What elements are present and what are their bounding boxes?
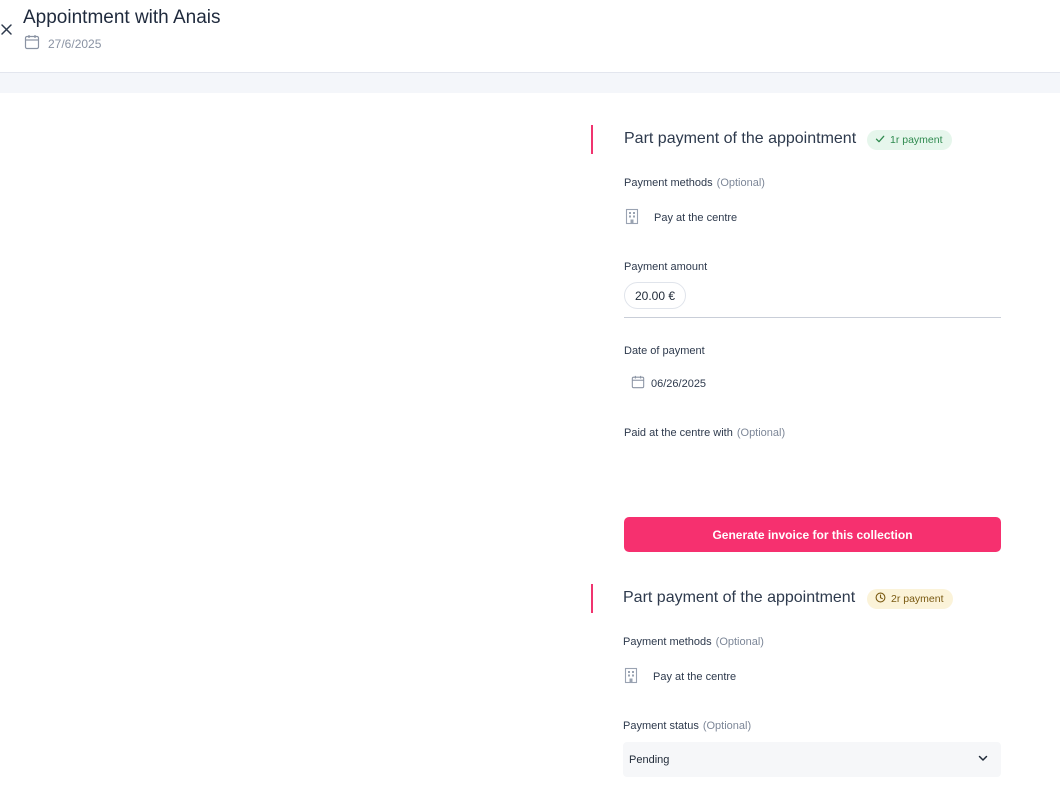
amount-underline <box>624 317 1001 318</box>
status-badge-label: 1r payment <box>890 134 943 146</box>
appointment-date-text: 27/6/2025 <box>48 37 102 51</box>
chevron-down-icon <box>977 752 989 767</box>
paid-with-label-text: Paid at the centre with <box>624 427 733 439</box>
payment-amount-input[interactable]: 20.00 € <box>624 282 687 309</box>
payment-methods-label-text: Payment methods <box>623 636 712 648</box>
optional-hint: (Optional) <box>716 177 765 189</box>
payment-methods-label: Payment methods (Optional) <box>623 636 764 648</box>
payment-methods-label-text: Payment methods <box>624 177 713 189</box>
check-icon <box>875 134 885 147</box>
payment-section-1: Part payment of the appointment 1r payme… <box>591 125 1011 555</box>
payment-method-label: Pay at the centre <box>653 671 737 683</box>
payment-method-option[interactable]: Pay at the centre <box>624 208 737 228</box>
payment-status-label-text: Payment status <box>623 720 699 732</box>
optional-hint: (Optional) <box>715 636 764 648</box>
status-badge: 1r payment <box>867 130 952 150</box>
payment-amount-label: Payment amount <box>624 261 708 273</box>
header-divider-band <box>0 73 1060 93</box>
payment-date-field[interactable]: 06/26/2025 <box>631 375 706 392</box>
payment-status-label: Payment status (Optional) <box>623 720 751 732</box>
clock-icon <box>875 592 886 606</box>
calendar-icon <box>24 34 40 55</box>
date-of-payment-label: Date of payment <box>624 345 705 357</box>
optional-hint: (Optional) <box>736 427 786 439</box>
payment-status-select[interactable]: Pending <box>623 742 1001 777</box>
section-accent-bar <box>591 584 593 613</box>
paid-with-label: Paid at the centre with (Optional) <box>624 427 785 439</box>
payment-methods-label: Payment methods (Optional) <box>624 177 765 189</box>
calendar-icon <box>631 375 645 392</box>
section-title: Part payment of the appointment <box>623 589 856 606</box>
appointment-date: 27/6/2025 <box>24 34 102 55</box>
page-title: Appointment with Anais <box>23 7 221 28</box>
generate-invoice-button[interactable]: Generate invoice for this collection <box>624 517 1001 552</box>
header: Appointment with Anais 27/6/2025 <box>0 0 1060 73</box>
status-badge: 2r payment <box>867 589 953 609</box>
payment-section-2: Part payment of the appointment 2r payme… <box>591 584 1011 784</box>
payment-method-option[interactable]: Pay at the centre <box>623 667 736 687</box>
section-title: Part payment of the appointment <box>624 130 857 147</box>
building-icon <box>623 667 639 687</box>
close-icon[interactable] <box>0 23 14 37</box>
payment-date-value: 06/26/2025 <box>651 377 707 390</box>
section-accent-bar <box>591 125 593 154</box>
payment-method-label: Pay at the centre <box>654 212 738 224</box>
payment-status-value: Pending <box>629 753 670 766</box>
optional-hint: (Optional) <box>702 720 752 732</box>
status-badge-label: 2r payment <box>891 593 944 605</box>
building-icon <box>624 208 640 228</box>
